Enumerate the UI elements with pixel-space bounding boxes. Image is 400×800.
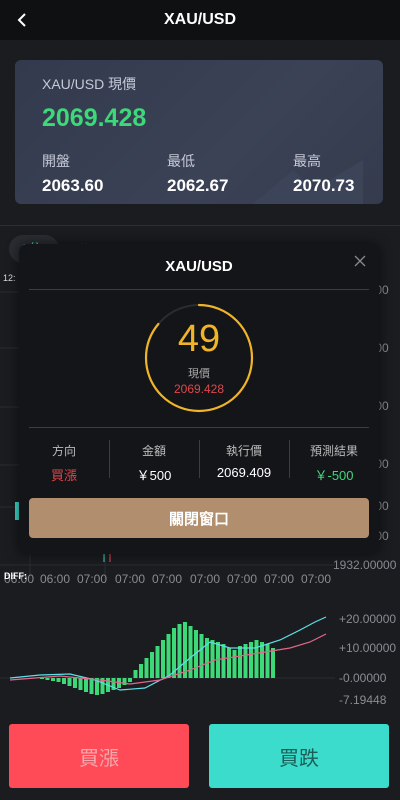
macd-bar: [73, 678, 77, 688]
macd-bar: [199, 634, 204, 678]
quote-price: 2069.428: [42, 104, 147, 132]
current-price-label: 現價: [188, 368, 210, 380]
macd-bar: [221, 644, 226, 678]
back-button[interactable]: [6, 4, 38, 36]
time-tick: 07:00: [152, 572, 182, 586]
modal-title: XAU/USD: [165, 258, 233, 275]
macd-bar: [128, 678, 132, 682]
stat-high-label: 最高: [293, 153, 321, 169]
time-tick: 07:00: [264, 572, 294, 586]
macd-bar: [232, 650, 237, 678]
macd-bar: [144, 658, 149, 678]
macd-bar: [183, 622, 187, 678]
macd-bar: [150, 652, 154, 678]
macd-bar: [177, 624, 182, 678]
macd-bar: [210, 640, 215, 678]
stat-low-value: 2062.67: [167, 176, 229, 195]
close-window-button[interactable]: 關閉窗口: [29, 498, 369, 538]
stat-high-value: 2070.73: [293, 176, 355, 195]
time-tick: 07:00: [77, 572, 107, 586]
direction-label: 方向: [51, 444, 76, 458]
chevron-left-icon: [17, 13, 26, 27]
modal-divider: [29, 427, 369, 428]
stat-open: 開盤 2063.60: [42, 151, 103, 196]
info-direction: 方向 買漲: [19, 440, 109, 483]
macd-bar: [51, 678, 55, 681]
info-result: 預測結果 ￥-500: [289, 440, 379, 483]
stat-high: 最高 2070.73: [293, 151, 354, 196]
order-info: 方向 買漲 金額 ￥500 執行價 2069.409 預測結果 ￥-500: [19, 440, 379, 483]
time-tick: 07:00: [190, 572, 220, 586]
modal-divider: [29, 289, 369, 290]
macd-axis-label: -0.00000: [339, 671, 387, 685]
macd-bar: [89, 678, 94, 694]
top-bar: XAU/USD: [0, 0, 400, 40]
macd-bar: [62, 678, 66, 684]
current-price-value: 2069.428: [173, 382, 225, 396]
stat-low: 最低 2062.67: [167, 151, 228, 196]
axis-label: 1932.00000: [333, 558, 397, 572]
macd-histogram: [40, 622, 275, 695]
close-icon: [354, 255, 366, 267]
macd-bar: [56, 678, 61, 682]
macd-axis-label: +10.00000: [339, 641, 396, 655]
time-tick: 07:00: [227, 572, 257, 586]
macd-bar: [45, 678, 50, 680]
macd-bar: [243, 644, 248, 678]
result-value: ￥-500: [314, 468, 354, 483]
macd-bar: [238, 646, 242, 678]
amount-value: ￥500: [136, 468, 172, 483]
stat-open-label: 開盤: [42, 153, 70, 169]
stat-open-value: 2063.60: [42, 176, 104, 195]
macd-bar: [133, 670, 138, 678]
divider: [0, 225, 400, 226]
macd-axis-label: +20.00000: [339, 612, 396, 626]
modal-close-button[interactable]: [349, 250, 371, 272]
result-label: 預測結果: [309, 444, 358, 458]
quote-card: XAU/USD 現價 2069.428 開盤 2063.60 最低 2062.6…: [15, 60, 383, 204]
exec-price-value: 2069.409: [216, 465, 272, 480]
macd-bar: [166, 634, 171, 678]
direction-value: 買漲: [50, 468, 77, 483]
countdown-seconds: 49: [177, 318, 221, 360]
countdown-timer: 49 現價 2069.428: [143, 302, 255, 414]
info-exec-price: 執行價 2069.409: [199, 440, 289, 480]
macd-axis-label: -7.19448: [339, 693, 387, 707]
macd-bar: [227, 648, 231, 678]
time-tick: 06:00: [40, 572, 70, 586]
stat-low-label: 最低: [167, 153, 195, 169]
macd-bar: [271, 648, 275, 678]
time-tick: 07:00: [115, 572, 145, 586]
buy-up-button[interactable]: 買漲: [9, 724, 189, 788]
macd-bar: [155, 646, 160, 678]
macd-bar: [67, 678, 72, 686]
macd-bar: [161, 640, 165, 678]
macd-label: DIFF:: [4, 571, 27, 581]
macd-bar: [254, 640, 259, 678]
trade-screen: XAU/USD XAU/USD 現價 2069.428 開盤 2063.60 最…: [0, 0, 400, 800]
time-tick: 07:00: [301, 572, 331, 586]
macd-bar: [78, 678, 83, 690]
quote-label: XAU/USD 現價: [42, 76, 137, 92]
exec-price-label: 執行價: [225, 444, 262, 458]
macd-bar: [139, 664, 143, 678]
macd-bar: [265, 644, 270, 678]
macd-bar: [260, 642, 264, 678]
page-title: XAU/USD: [163, 11, 236, 28]
macd-bar: [84, 678, 88, 692]
order-modal: XAU/USD 49 現價 2069.428 方向 買漲 金額 ￥500 執行價…: [19, 244, 379, 554]
buy-down-button[interactable]: 買跌: [209, 724, 389, 788]
amount-label: 金額: [141, 444, 166, 458]
info-amount: 金額 ￥500: [109, 440, 199, 483]
